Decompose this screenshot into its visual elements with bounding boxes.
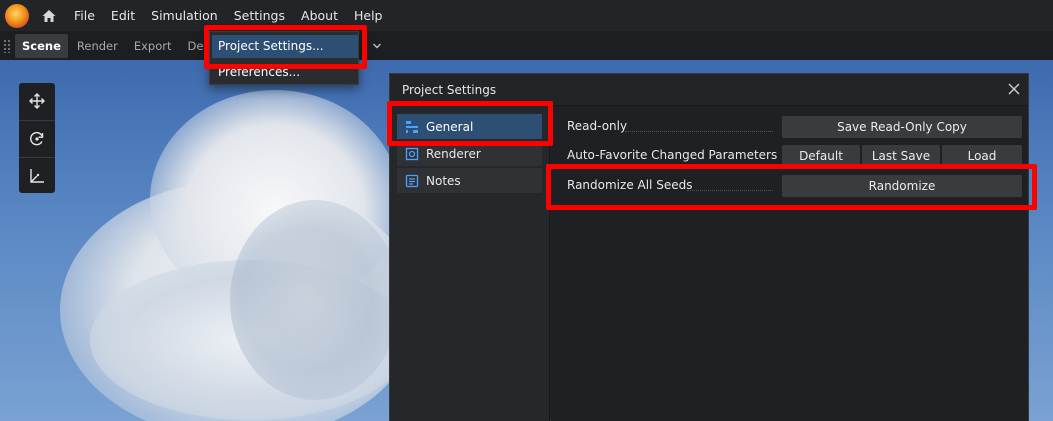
menu-simulation[interactable]: Simulation <box>151 6 218 25</box>
drag-handle-icon[interactable] <box>3 38 11 53</box>
settings-content: Read-only Save Read-Only Copy Auto-Favor… <box>551 106 1028 421</box>
leader-dots <box>687 190 773 191</box>
sidebar-item-renderer[interactable]: Renderer <box>397 141 542 166</box>
settings-sidebar: General Renderer Notes <box>390 106 550 421</box>
menu-file[interactable]: File <box>74 6 95 25</box>
tab-bar: Scene Render Export Debug <box>0 31 1053 60</box>
setting-label: Randomize All Seeds <box>567 178 693 192</box>
app-logo-icon <box>5 3 29 28</box>
window-title: Project Settings <box>402 83 497 97</box>
menu-settings[interactable]: Settings <box>234 6 285 25</box>
renderer-icon <box>405 147 419 161</box>
tab-scene[interactable]: Scene <box>15 33 68 58</box>
menu-item-preferences[interactable]: Preferences... <box>212 61 358 84</box>
menu-edit[interactable]: Edit <box>111 6 135 25</box>
general-icon <box>405 120 419 134</box>
sidebar-item-label: Notes <box>426 173 461 188</box>
load-button[interactable]: Load <box>942 145 1022 167</box>
menu-about[interactable]: About <box>301 6 338 25</box>
menu-item-project-settings[interactable]: Project Settings... <box>212 35 358 58</box>
axes-icon[interactable] <box>19 157 55 193</box>
setting-row-readonly: Read-only Save Read-Only Copy <box>551 114 1028 139</box>
tab-export[interactable]: Export <box>127 34 179 58</box>
menu-help[interactable]: Help <box>354 6 383 25</box>
save-read-only-copy-button[interactable]: Save Read-Only Copy <box>782 116 1022 138</box>
sidebar-item-notes[interactable]: Notes <box>397 168 542 193</box>
menu-bar: File Edit Simulation Settings About Help <box>0 0 1053 31</box>
sidebar-item-label: Renderer <box>426 146 481 161</box>
setting-row-randomize-seeds: Randomize All Seeds Randomize <box>551 173 1028 198</box>
close-icon[interactable] <box>1006 81 1022 97</box>
randomize-button[interactable]: Randomize <box>782 175 1022 197</box>
tool-panel <box>19 83 55 193</box>
chevron-down-icon[interactable] <box>372 41 382 51</box>
last-save-button[interactable]: Last Save <box>862 145 940 167</box>
tab-render[interactable]: Render <box>70 34 125 58</box>
settings-dropdown-menu: Project Settings... Preferences... <box>209 31 359 85</box>
move-icon[interactable] <box>19 83 55 119</box>
project-settings-window: Project Settings General Renderer Notes … <box>389 73 1029 421</box>
setting-label: Read-only <box>567 119 628 133</box>
setting-row-auto-favorite: Auto-Favorite Changed Parameters Default… <box>551 143 1028 168</box>
rotate-icon[interactable] <box>19 120 55 156</box>
leader-dots <box>625 131 773 132</box>
sidebar-item-label: General <box>426 119 474 134</box>
default-button[interactable]: Default <box>782 145 860 167</box>
sidebar-item-general[interactable]: General <box>397 114 542 139</box>
notes-icon <box>405 174 419 188</box>
setting-label: Auto-Favorite Changed Parameters <box>567 148 778 162</box>
home-icon[interactable] <box>41 8 57 24</box>
